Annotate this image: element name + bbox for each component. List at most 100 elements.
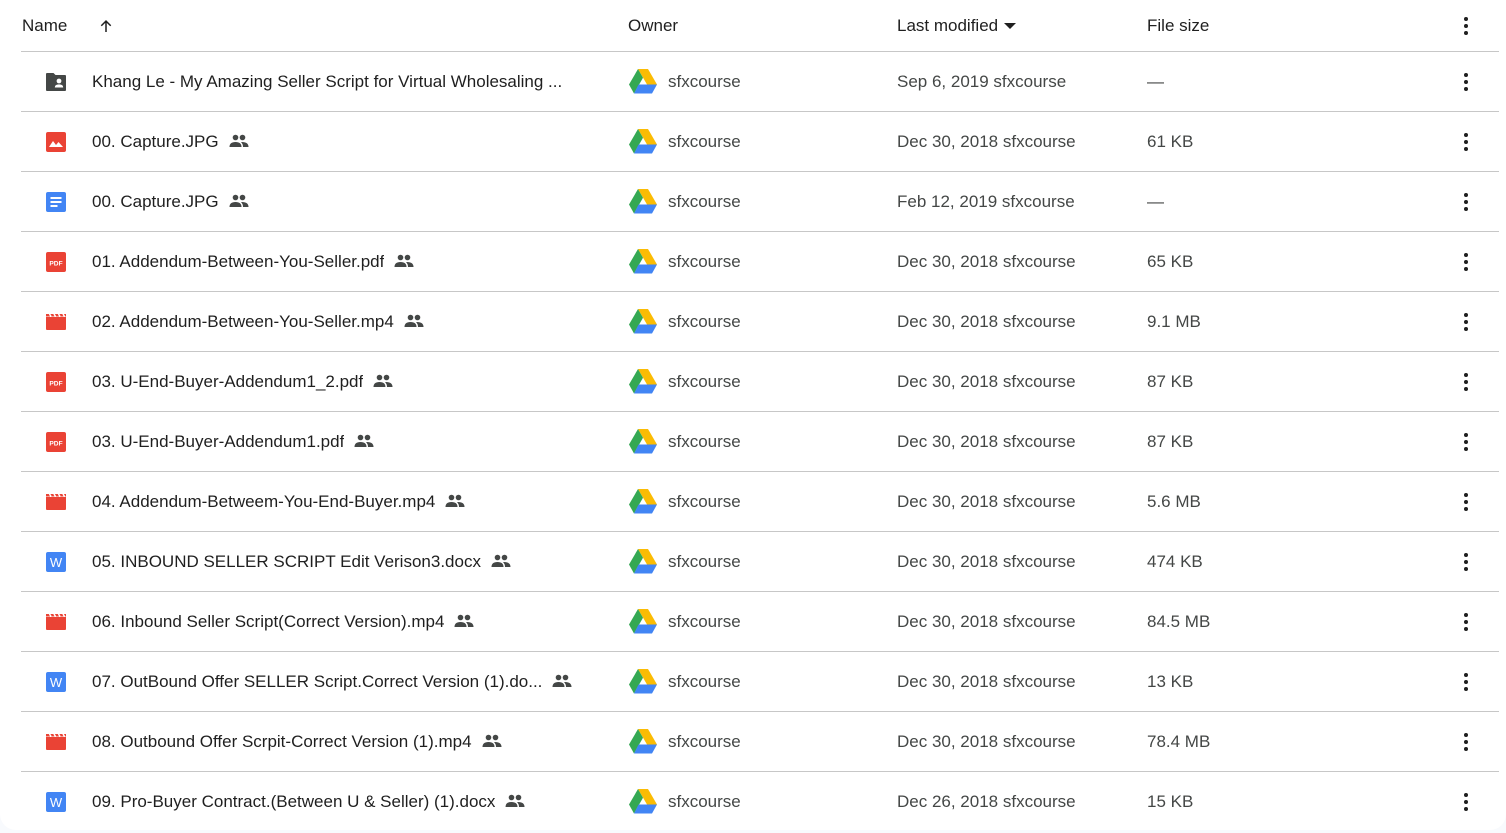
row-more-actions-button[interactable]	[1451, 412, 1481, 471]
last-modified: Sep 6, 2019 sfxcourse	[897, 71, 1067, 91]
file-name-cell: W 09. Pro-Buyer Contract.(Between U & Se…	[21, 772, 611, 831]
google-drive-icon	[628, 728, 658, 756]
owner-cell: sfxcourse	[628, 652, 741, 711]
file-name-cell: 02. Addendum-Between-You-Seller.mp4	[21, 292, 611, 351]
more-vert-icon[interactable]	[1464, 192, 1468, 211]
file-row[interactable]: W 07. OutBound Offer SELLER Script.Corre…	[21, 652, 1499, 712]
owner-name: sfxcourse	[668, 731, 741, 751]
more-vert-icon[interactable]	[1464, 312, 1468, 331]
file-row[interactable]: Khang Le - My Amazing Seller Script for …	[21, 52, 1499, 112]
file-name[interactable]: 06. Inbound Seller Script(Correct Versio…	[92, 612, 444, 632]
header-name-column: Name	[21, 0, 611, 51]
owner-cell: sfxcourse	[628, 232, 741, 291]
sort-dropdown-icon[interactable]	[1004, 22, 1017, 29]
file-name-cell: 00. Capture.JPG	[21, 172, 611, 231]
file-name[interactable]: 05. INBOUND SELLER SCRIPT Edit Verison3.…	[92, 552, 481, 572]
owner-cell: sfxcourse	[628, 112, 741, 171]
row-more-actions-button[interactable]	[1451, 652, 1481, 711]
file-size: 65 KB	[1147, 251, 1194, 271]
file-row[interactable]: W 05. INBOUND SELLER SCRIPT Edit Verison…	[21, 532, 1499, 592]
row-more-actions-button[interactable]	[1451, 532, 1481, 591]
file-name[interactable]: 03. U-End-Buyer-Addendum1.pdf	[92, 432, 344, 452]
header-owner-column: Owner	[628, 0, 678, 51]
video-icon	[45, 611, 67, 633]
row-more-actions-button[interactable]	[1451, 232, 1481, 291]
svg-text:PDF: PDF	[49, 440, 62, 447]
header-name[interactable]: Name	[22, 16, 67, 36]
more-vert-icon[interactable]	[1464, 372, 1468, 391]
file-row[interactable]: 00. Capture.JPG sfxcourse Feb 12, 2019 s…	[21, 172, 1499, 232]
file-name[interactable]: 00. Capture.JPG	[92, 132, 219, 152]
sort-ascending-arrow-icon[interactable]	[97, 17, 115, 35]
file-name[interactable]: Khang Le - My Amazing Seller Script for …	[92, 72, 562, 92]
owner-name: sfxcourse	[668, 491, 741, 511]
more-vert-icon[interactable]	[1464, 552, 1468, 571]
google-drive-icon	[628, 608, 658, 636]
header-file-size[interactable]: File size	[1147, 16, 1209, 36]
video-icon	[45, 491, 67, 513]
file-row[interactable]: PDF 03. U-End-Buyer-Addendum1_2.pdf sfxc…	[21, 352, 1499, 412]
row-more-actions-button[interactable]	[1451, 172, 1481, 231]
header-more-actions[interactable]	[1451, 0, 1481, 51]
header-owner[interactable]: Owner	[628, 16, 678, 36]
file-name[interactable]: 04. Addendum-Betweem-You-End-Buyer.mp4	[92, 492, 435, 512]
row-more-actions-button[interactable]	[1451, 292, 1481, 351]
modified-cell: Dec 30, 2018 sfxcourse	[897, 712, 1076, 771]
file-row[interactable]: 02. Addendum-Between-You-Seller.mp4 sfxc…	[21, 292, 1499, 352]
file-name[interactable]: 07. OutBound Offer SELLER Script.Correct…	[92, 672, 542, 692]
file-row[interactable]: 04. Addendum-Betweem-You-End-Buyer.mp4 s…	[21, 472, 1499, 532]
more-vert-icon[interactable]	[1464, 16, 1468, 35]
row-more-actions-button[interactable]	[1451, 592, 1481, 651]
word-icon: W	[45, 791, 67, 813]
more-vert-icon[interactable]	[1464, 492, 1468, 511]
file-name[interactable]: 01. Addendum-Between-You-Seller.pdf	[92, 252, 384, 272]
file-name-cell: PDF 01. Addendum-Between-You-Seller.pdf	[21, 232, 611, 291]
file-name[interactable]: 00. Capture.JPG	[92, 192, 219, 212]
last-modified: Dec 30, 2018 sfxcourse	[897, 311, 1076, 331]
file-size: 87 KB	[1147, 431, 1194, 451]
more-vert-icon[interactable]	[1464, 132, 1468, 151]
header-modified-column: Last modified	[897, 0, 1017, 51]
video-icon	[45, 731, 67, 753]
more-vert-icon[interactable]	[1464, 672, 1468, 691]
file-name[interactable]: 09. Pro-Buyer Contract.(Between U & Sell…	[92, 792, 495, 812]
last-modified: Dec 30, 2018 sfxcourse	[897, 371, 1076, 391]
more-vert-icon[interactable]	[1464, 732, 1468, 751]
row-more-actions-button[interactable]	[1451, 772, 1481, 831]
header-last-modified[interactable]: Last modified	[897, 16, 998, 36]
modified-cell: Dec 30, 2018 sfxcourse	[897, 592, 1076, 651]
modified-cell: Dec 30, 2018 sfxcourse	[897, 532, 1076, 591]
file-row[interactable]: W 09. Pro-Buyer Contract.(Between U & Se…	[21, 772, 1499, 831]
file-size: 15 KB	[1147, 791, 1194, 811]
row-more-actions-button[interactable]	[1451, 712, 1481, 771]
more-vert-icon[interactable]	[1464, 252, 1468, 271]
shared-people-icon	[482, 734, 504, 750]
more-vert-icon[interactable]	[1464, 72, 1468, 91]
file-size: —	[1147, 71, 1164, 91]
google-drive-icon	[628, 248, 658, 276]
file-size: 13 KB	[1147, 671, 1194, 691]
row-more-actions-button[interactable]	[1451, 472, 1481, 531]
row-more-actions-button[interactable]	[1451, 112, 1481, 171]
last-modified: Feb 12, 2019 sfxcourse	[897, 191, 1075, 211]
google-drive-icon	[628, 188, 658, 216]
file-row[interactable]: PDF 03. U-End-Buyer-Addendum1.pdf sfxcou…	[21, 412, 1499, 472]
file-row[interactable]: 00. Capture.JPG sfxcourse Dec 30, 2018 s…	[21, 112, 1499, 172]
last-modified: Dec 30, 2018 sfxcourse	[897, 551, 1076, 571]
file-row[interactable]: 08. Outbound Offer Scrpit-Correct Versio…	[21, 712, 1499, 772]
file-name[interactable]: 02. Addendum-Between-You-Seller.mp4	[92, 312, 394, 332]
file-name[interactable]: 03. U-End-Buyer-Addendum1_2.pdf	[92, 372, 363, 392]
more-vert-icon[interactable]	[1464, 432, 1468, 451]
last-modified: Dec 30, 2018 sfxcourse	[897, 431, 1076, 451]
row-more-actions-button[interactable]	[1451, 352, 1481, 411]
row-more-actions-button[interactable]	[1451, 52, 1481, 111]
file-name-cell: Khang Le - My Amazing Seller Script for …	[21, 52, 611, 111]
file-name[interactable]: 08. Outbound Offer Scrpit-Correct Versio…	[92, 732, 472, 752]
svg-text:W: W	[50, 795, 63, 810]
owner-name: sfxcourse	[668, 431, 741, 451]
owner-cell: sfxcourse	[628, 172, 741, 231]
more-vert-icon[interactable]	[1464, 612, 1468, 631]
file-row[interactable]: PDF 01. Addendum-Between-You-Seller.pdf …	[21, 232, 1499, 292]
file-row[interactable]: 06. Inbound Seller Script(Correct Versio…	[21, 592, 1499, 652]
more-vert-icon[interactable]	[1464, 792, 1468, 811]
